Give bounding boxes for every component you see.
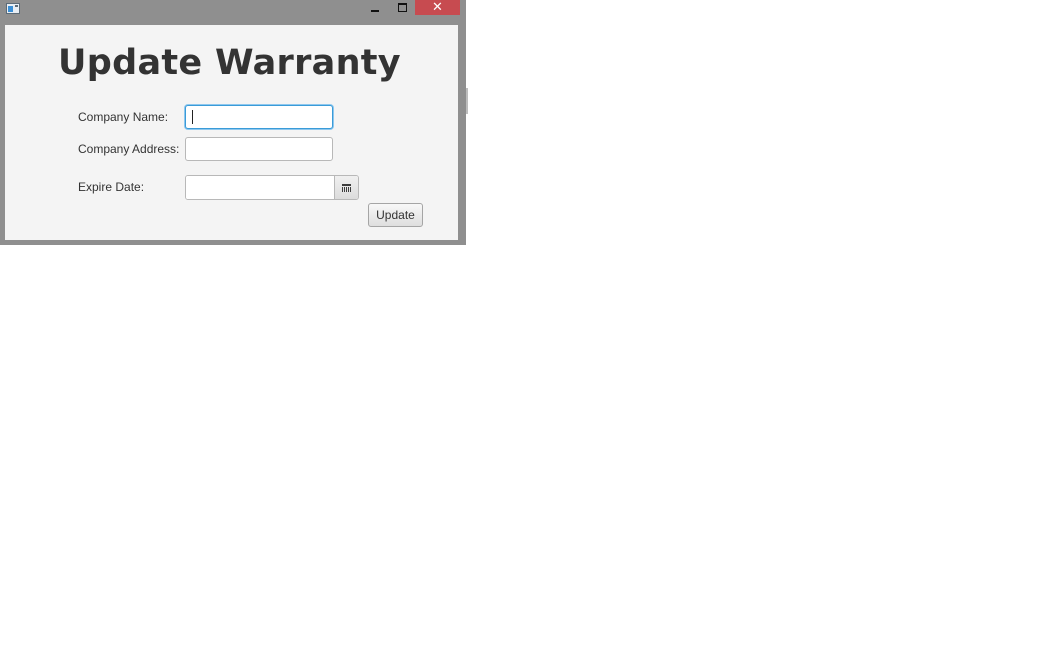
app-icon — [6, 3, 20, 14]
window-edge-handle[interactable] — [466, 88, 468, 114]
maximize-icon — [397, 3, 407, 12]
calendar-button[interactable] — [334, 176, 358, 199]
company-address-input[interactable] — [185, 137, 333, 161]
update-button[interactable]: Update — [368, 203, 423, 227]
text-caret — [192, 110, 193, 124]
company-name-label: Company Name: — [78, 110, 169, 124]
close-icon: ✕ — [432, 0, 443, 15]
expire-date-picker — [185, 175, 359, 200]
company-name-input[interactable] — [185, 105, 333, 129]
app-window: ✕ Update Warranty Company Name: Company … — [0, 0, 466, 245]
form-panel: Update Warranty Company Name: Company Ad… — [5, 25, 458, 240]
maximize-button[interactable] — [389, 0, 415, 15]
calendar-icon — [342, 183, 351, 192]
close-button[interactable]: ✕ — [415, 0, 460, 15]
title-bar[interactable]: ✕ — [0, 0, 466, 24]
company-address-label: Company Address: — [78, 142, 180, 156]
expire-date-label: Expire Date: — [78, 180, 145, 194]
page-title: Update Warranty — [58, 43, 401, 83]
expire-date-input[interactable] — [186, 176, 335, 199]
minimize-button[interactable] — [362, 0, 388, 15]
minimize-icon — [371, 9, 379, 12]
